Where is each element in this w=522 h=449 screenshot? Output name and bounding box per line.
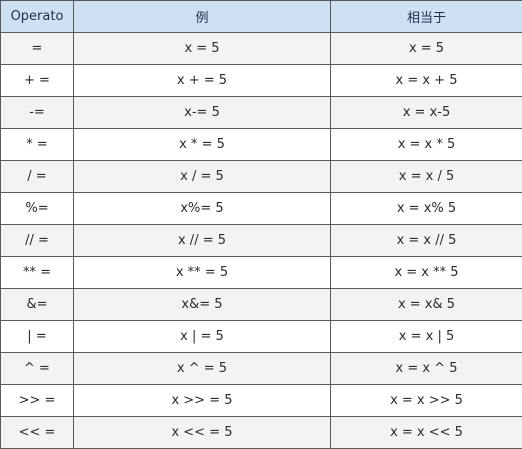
cell-example: x + = 5: [73, 64, 331, 97]
cell-equivalent: x = 5: [330, 32, 522, 65]
table-row: = x = 5 x = 5: [0, 32, 522, 65]
table-row: >> = x >> = 5 x = x >> 5: [0, 384, 522, 417]
table-body: = x = 5 x = 5 + = x + = 5 x = x + 5 -= x…: [0, 32, 522, 449]
cell-example: x ** = 5: [73, 256, 331, 289]
cell-equivalent: x = x * 5: [330, 128, 522, 161]
cell-operator: %=: [0, 192, 74, 225]
table-row: // = x // = 5 x = x // 5: [0, 224, 522, 257]
cell-example: x // = 5: [73, 224, 331, 257]
table-row: << = x << = 5 x = x << 5: [0, 416, 522, 449]
header-row: Operato 例 相当于: [0, 0, 522, 33]
cell-example: x >> = 5: [73, 384, 331, 417]
cell-example: x-= 5: [73, 96, 331, 129]
table-row: %= x%= 5 x = x% 5: [0, 192, 522, 225]
cell-example: x | = 5: [73, 320, 331, 353]
cell-operator: << =: [0, 416, 74, 449]
cell-operator: | =: [0, 320, 74, 353]
header-equivalent: 相当于: [330, 0, 522, 33]
cell-equivalent: x = x // 5: [330, 224, 522, 257]
header-operator: Operato: [0, 0, 74, 33]
cell-operator: >> =: [0, 384, 74, 417]
cell-example: x ^ = 5: [73, 352, 331, 385]
cell-operator: -=: [0, 96, 74, 129]
cell-equivalent: x = x ** 5: [330, 256, 522, 289]
cell-operator: &=: [0, 288, 74, 321]
cell-equivalent: x = x% 5: [330, 192, 522, 225]
cell-example: x * = 5: [73, 128, 331, 161]
header-example: 例: [73, 0, 331, 33]
cell-operator: // =: [0, 224, 74, 257]
cell-example: x << = 5: [73, 416, 331, 449]
table-row: ** = x ** = 5 x = x ** 5: [0, 256, 522, 289]
cell-equivalent: x = x-5: [330, 96, 522, 129]
table-row: -= x-= 5 x = x-5: [0, 96, 522, 129]
cell-example: x / = 5: [73, 160, 331, 193]
cell-equivalent: x = x | 5: [330, 320, 522, 353]
cell-operator: * =: [0, 128, 74, 161]
cell-operator: ** =: [0, 256, 74, 289]
cell-operator: =: [0, 32, 74, 65]
cell-equivalent: x = x& 5: [330, 288, 522, 321]
table-row: / = x / = 5 x = x / 5: [0, 160, 522, 193]
operator-table: Operato 例 相当于 = x = 5 x = 5 + = x + = 5 …: [0, 0, 522, 449]
table-header: Operato 例 相当于: [0, 0, 522, 33]
table-row: ^ = x ^ = 5 x = x ^ 5: [0, 352, 522, 385]
cell-equivalent: x = x << 5: [330, 416, 522, 449]
cell-example: x&= 5: [73, 288, 331, 321]
cell-example: x = 5: [73, 32, 331, 65]
cell-equivalent: x = x / 5: [330, 160, 522, 193]
cell-operator: + =: [0, 64, 74, 97]
table-row: | = x | = 5 x = x | 5: [0, 320, 522, 353]
cell-equivalent: x = x ^ 5: [330, 352, 522, 385]
cell-operator: ^ =: [0, 352, 74, 385]
cell-equivalent: x = x + 5: [330, 64, 522, 97]
cell-example: x%= 5: [73, 192, 331, 225]
table-row: * = x * = 5 x = x * 5: [0, 128, 522, 161]
table-row: &= x&= 5 x = x& 5: [0, 288, 522, 321]
cell-operator: / =: [0, 160, 74, 193]
cell-equivalent: x = x >> 5: [330, 384, 522, 417]
table-row: + = x + = 5 x = x + 5: [0, 64, 522, 97]
